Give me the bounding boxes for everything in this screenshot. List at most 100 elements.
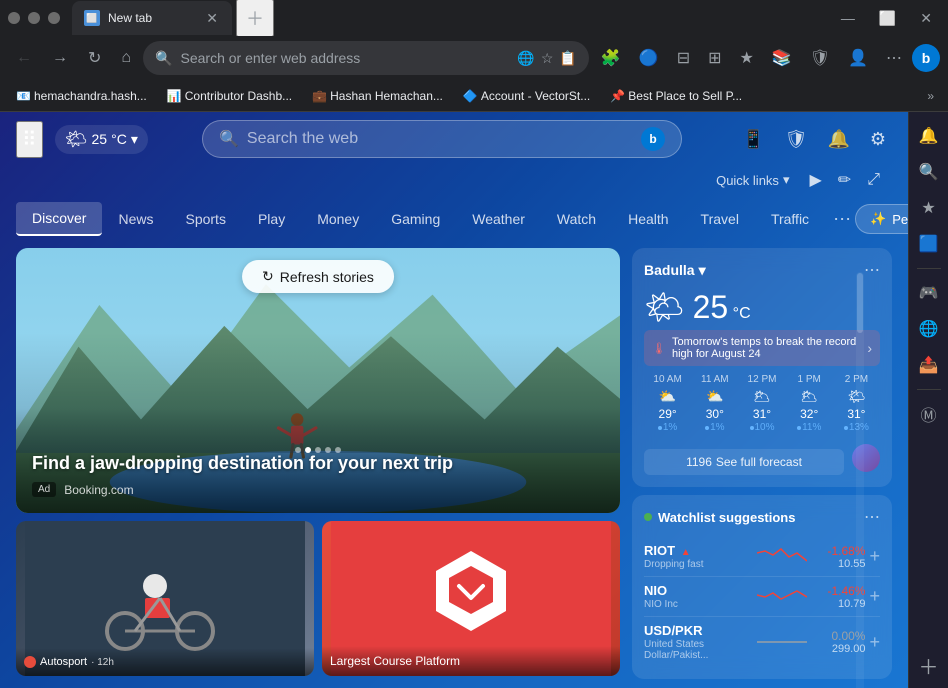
sidebar-notifications-icon[interactable]: 🔔	[913, 120, 945, 152]
hour-1-time: 10 AM	[644, 374, 691, 385]
feed-card-logo[interactable]: Largest Course Platform	[322, 521, 620, 676]
bookmark-item-2[interactable]: 📊 Contributor Dashb...	[159, 86, 300, 106]
bing-chat-icon[interactable]: b	[912, 44, 940, 72]
sidebar-search-icon[interactable]: 🔍	[913, 156, 945, 188]
nav-news[interactable]: News	[102, 203, 169, 235]
minimize-window-button[interactable]: —	[833, 6, 863, 31]
close-window-button[interactable]: ✕	[912, 6, 940, 31]
feed-hero-card[interactable]: ↻ Refresh stories	[16, 248, 620, 513]
nav-gaming[interactable]: Gaming	[375, 203, 456, 235]
refresh-stories-button[interactable]: ↻ Refresh stories	[242, 260, 394, 293]
home-button[interactable]: ⌂	[113, 43, 139, 73]
sidebar-microsoft-icon[interactable]: Ⓜ	[913, 398, 945, 430]
weather-more-button[interactable]: ⋯	[864, 260, 880, 280]
bell-icon[interactable]: 🔔	[821, 123, 855, 156]
collection-icon[interactable]: 📋	[559, 50, 576, 67]
address-input[interactable]	[181, 50, 510, 66]
hero-title: Find a jaw-dropping destination for your…	[32, 453, 604, 474]
favorites-toolbar-icon[interactable]: ★	[732, 42, 762, 74]
phone-icon[interactable]: 📱	[736, 123, 770, 156]
new-tab-button[interactable]: ＋	[236, 0, 274, 37]
sidebar-translate-icon[interactable]: 🌐	[913, 313, 945, 345]
stock-add-nio[interactable]: +	[869, 586, 880, 607]
sidebar-games-icon[interactable]: 🎮	[913, 277, 945, 309]
play-icon[interactable]: ▶	[805, 166, 825, 194]
refresh-button[interactable]: ↻	[80, 42, 109, 74]
weather-temp-value: 25	[693, 289, 729, 325]
maximize-button[interactable]	[28, 12, 40, 24]
stock-row-nio[interactable]: NIO NIO Inc -1.46% 10.79 +	[644, 577, 880, 617]
address-input-wrapper[interactable]: 🔍 🌐 ☆ 📋	[143, 41, 589, 75]
browser-essentials-icon[interactable]: 🛡	[802, 42, 838, 74]
shield-icon[interactable]: 🛡	[779, 123, 814, 156]
search-input[interactable]	[247, 130, 633, 148]
bookmark-item-4[interactable]: 🔷 Account - VectorSt...	[455, 86, 598, 106]
stock-row-riot[interactable]: RIOT ▲ Dropping fast -1.68% 10.55	[644, 537, 880, 577]
nav-discover[interactable]: Discover	[16, 202, 102, 236]
nav-traffic[interactable]: Traffic	[755, 203, 825, 235]
customize-icon[interactable]: ✏	[834, 166, 855, 194]
stock-trend-riot: Dropping fast	[644, 559, 749, 570]
scrollbar[interactable]	[856, 272, 864, 688]
close-button[interactable]	[48, 12, 60, 24]
bookmark-item-5[interactable]: 📌 Best Place to Sell P...	[602, 86, 750, 106]
hour-3-precip: 10%	[738, 422, 785, 433]
quicklinks-chevron: ▾	[783, 172, 790, 188]
expand-icon[interactable]: ⤢	[863, 166, 884, 194]
nav-play[interactable]: Play	[242, 203, 301, 235]
forward-button[interactable]: →	[44, 43, 76, 73]
card-footer-moto: Autosport · 12h	[16, 648, 314, 676]
apps-grid-button[interactable]: ⠿	[16, 121, 43, 158]
favorites-icon[interactable]: ☆	[541, 50, 554, 67]
minimize-button[interactable]	[8, 12, 20, 24]
sidebar-favorites-icon[interactable]: ★	[913, 192, 945, 224]
restore-window-button[interactable]: ⬜	[871, 6, 904, 31]
profile-icon[interactable]: 👤	[840, 42, 876, 74]
weather-location[interactable]: Badulla ▾	[644, 262, 706, 279]
nav-travel[interactable]: Travel	[685, 203, 755, 235]
bookmark-item-1[interactable]: 📧 hemachandra.hash...	[8, 86, 155, 106]
sidebar-toggle-icon[interactable]: ⊟	[669, 42, 698, 74]
stock-symbol-nio: NIO	[644, 583, 749, 598]
sidebar-office-icon[interactable]: 🟦	[913, 228, 945, 260]
bookmarks-overflow-button[interactable]: »	[921, 86, 940, 106]
nav-watch[interactable]: Watch	[541, 203, 612, 235]
split-screen-icon[interactable]: ⊞	[700, 42, 729, 74]
search-wrapper: 🔍 b	[160, 120, 724, 158]
hour-2-icon: ⛅	[691, 388, 738, 405]
stock-info-nio: NIO NIO Inc	[644, 583, 749, 610]
nav-sports[interactable]: Sports	[169, 203, 241, 235]
watchlist-more-button[interactable]: ⋯	[864, 507, 880, 527]
personalize-button[interactable]: ✨ Personalize	[855, 204, 908, 234]
stock-symbol-riot: RIOT ▲	[644, 543, 749, 558]
collections-icon[interactable]: 📚	[764, 42, 800, 74]
extensions-icon[interactable]: 🧩	[593, 42, 629, 74]
nav-health[interactable]: Health	[612, 203, 684, 235]
sidebar-add-button[interactable]: ＋	[919, 651, 939, 680]
weather-alert[interactable]: 🌡 Tomorrow's temps to break the record h…	[644, 330, 880, 366]
search-bar[interactable]: 🔍 b	[202, 120, 682, 158]
bookmark-favicon-3: 💼	[312, 89, 326, 103]
sidebar-share-icon[interactable]: 📤	[913, 349, 945, 381]
scrollbar-thumb[interactable]	[857, 273, 863, 333]
stock-add-riot[interactable]: +	[869, 546, 880, 567]
back-button[interactable]: ←	[8, 43, 40, 73]
gear-icon[interactable]: ⚙	[864, 123, 892, 156]
nav-weather[interactable]: Weather	[456, 203, 541, 235]
nav-money[interactable]: Money	[301, 203, 375, 235]
tab-close-button[interactable]: ✕	[204, 8, 220, 29]
bookmark-item-3[interactable]: 💼 Hashan Hemachan...	[304, 86, 451, 106]
quicklinks-button[interactable]: Quick links ▾	[708, 168, 797, 192]
weather-hour-2: 11 AM ⛅ 30° 1%	[691, 374, 738, 433]
see-full-forecast-button[interactable]: 1196 See full forecast	[644, 449, 844, 475]
nav-more-button[interactable]: ⋯	[829, 205, 855, 234]
bing-copilot-icon[interactable]: 🔵	[631, 42, 667, 74]
stock-add-usdpkr[interactable]: +	[869, 632, 880, 653]
stock-row-usdpkr[interactable]: USD/PKR United States Dollar/Pakist... 0…	[644, 617, 880, 667]
feed-card-moto[interactable]: Autosport · 12h	[16, 521, 314, 676]
active-tab[interactable]: ⬜ New tab ✕	[72, 1, 232, 35]
hour-2-temp: 30°	[691, 407, 738, 421]
feed-small-cards: Autosport · 12h	[16, 521, 620, 676]
weather-topbar-widget[interactable]: 🌤 25 °C ▾	[55, 125, 148, 154]
settings-more-icon[interactable]: ⋯	[878, 42, 910, 74]
